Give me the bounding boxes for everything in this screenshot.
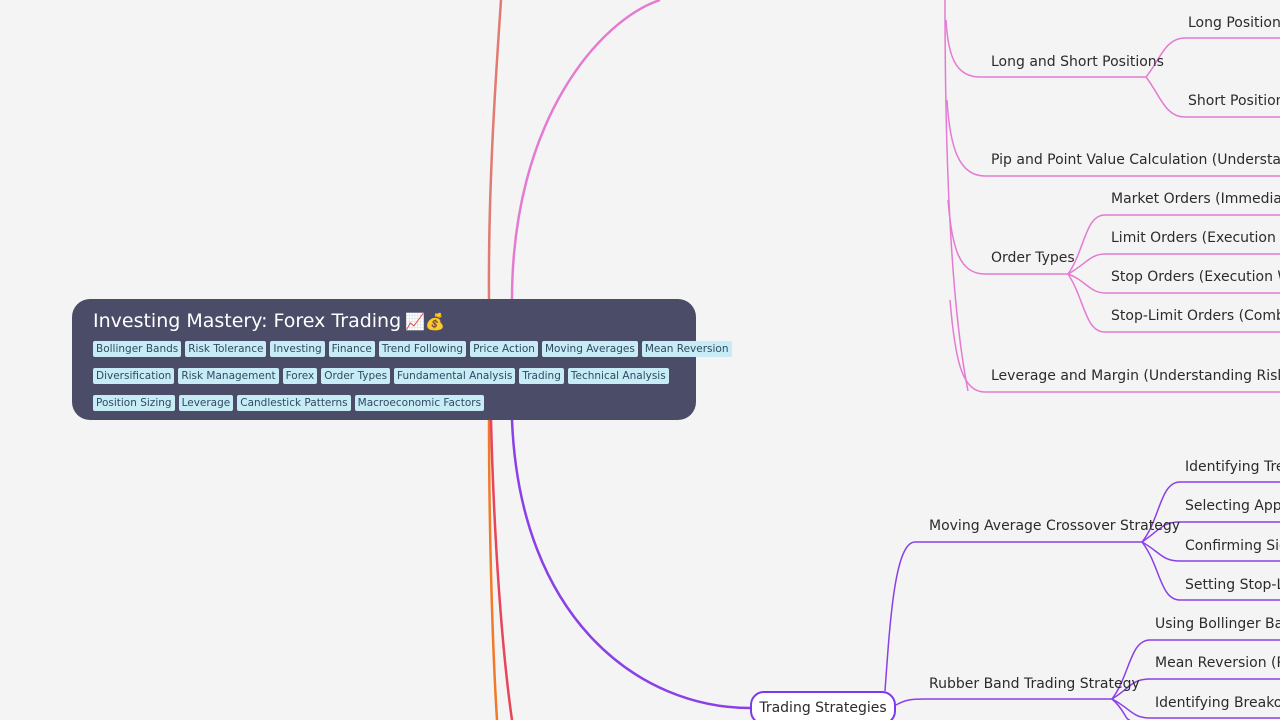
node-ma-crossover-strategy[interactable]: Moving Average Crossover Strategy bbox=[929, 517, 1180, 535]
node-identifying-trend[interactable]: Identifying Trend bbox=[1185, 458, 1280, 476]
tag-label[interactable]: Risk Management bbox=[178, 368, 279, 384]
tag-label[interactable]: Fundamental Analysis bbox=[394, 368, 516, 384]
node-stop-limit-orders[interactable]: Stop-Limit Orders (Combinat bbox=[1111, 307, 1280, 325]
tag-row-2: Diversification Risk Management Forex Or… bbox=[93, 368, 676, 384]
tag-label[interactable]: Moving Averages bbox=[541, 341, 638, 357]
node-long-positions[interactable]: Long Positions ( bbox=[1188, 14, 1280, 32]
connector-salmon-branch bbox=[487, 0, 503, 301]
node-rubber-band-strategy[interactable]: Rubber Band Trading Strategy bbox=[929, 675, 1140, 693]
chart-money-emoji-icon: 📈💰 bbox=[405, 312, 445, 331]
root-title-text: Investing Mastery: Forex Trading bbox=[93, 310, 402, 332]
connector-trading-to-ma bbox=[884, 541, 1142, 692]
tag-label[interactable]: Risk Tolerance bbox=[185, 341, 267, 357]
node-mean-reversion[interactable]: Mean Reversion (Pric bbox=[1155, 654, 1280, 672]
tag-label[interactable]: Mean Reversion bbox=[641, 341, 732, 357]
tag-label[interactable]: Diversification bbox=[93, 368, 175, 384]
connector-long-positions bbox=[1145, 37, 1280, 78]
tag-label[interactable]: Macroeconomic Factors bbox=[354, 395, 485, 411]
tag-label[interactable]: Order Types bbox=[321, 368, 391, 384]
mindmap-canvas[interactable]: Investing Mastery: Forex Trading 📈💰 Bolli… bbox=[0, 0, 1280, 720]
connector-pink-trunk bbox=[944, 0, 969, 392]
node-identifying-breakout[interactable]: Identifying Breakout bbox=[1155, 694, 1280, 712]
node-limit-orders[interactable]: Limit Orders (Execution at Sp bbox=[1111, 229, 1280, 247]
connector-pink-main bbox=[510, 0, 661, 301]
tag-label[interactable]: Trend Following bbox=[378, 341, 467, 357]
connector-purple-main bbox=[510, 419, 751, 710]
node-pip-point-value[interactable]: Pip and Point Value Calculation (Underst… bbox=[991, 151, 1280, 169]
connector-trading-to-rubber bbox=[895, 698, 1112, 706]
tag-label[interactable]: Technical Analysis bbox=[567, 368, 669, 384]
node-trading-strategies[interactable]: Trading Strategies bbox=[750, 691, 896, 720]
tag-row-3: Position Sizing Leverage Candlestick Pat… bbox=[93, 395, 676, 411]
root-topic-card[interactable]: Investing Mastery: Forex Trading 📈💰 Bolli… bbox=[72, 299, 732, 420]
tag-row-1: Bollinger Bands Risk Tolerance Investing… bbox=[93, 341, 732, 357]
tag-label[interactable]: Investing bbox=[270, 341, 325, 357]
node-confirming-sign[interactable]: Confirming Sign bbox=[1185, 537, 1280, 555]
tag-label[interactable]: Forex bbox=[282, 368, 318, 384]
node-leverage-margin[interactable]: Leverage and Margin (Understanding Risk … bbox=[991, 367, 1280, 385]
tag-label[interactable]: Leverage bbox=[178, 395, 234, 411]
node-stop-orders[interactable]: Stop Orders (Execution Wher bbox=[1111, 268, 1280, 286]
node-setting-stop-loss[interactable]: Setting Stop-Los bbox=[1185, 576, 1280, 594]
tag-label[interactable]: Position Sizing bbox=[93, 395, 175, 411]
tag-label[interactable]: Candlestick Patterns bbox=[237, 395, 351, 411]
tag-label[interactable]: Finance bbox=[328, 341, 375, 357]
node-selecting-appro[interactable]: Selecting Appro bbox=[1185, 497, 1280, 515]
node-long-and-short-positions[interactable]: Long and Short Positions bbox=[991, 53, 1164, 71]
node-short-positions[interactable]: Short Positions bbox=[1188, 92, 1280, 110]
tag-label[interactable]: Trading bbox=[519, 368, 564, 384]
tag-label[interactable]: Bollinger Bands bbox=[93, 341, 182, 357]
node-market-orders[interactable]: Market Orders (Immediate Ex bbox=[1111, 190, 1280, 208]
root-topic-title[interactable]: Investing Mastery: Forex Trading 📈💰 bbox=[93, 309, 676, 334]
tag-label[interactable]: Price Action bbox=[470, 341, 538, 357]
node-order-types[interactable]: Order Types bbox=[991, 249, 1075, 267]
node-using-bollinger-band[interactable]: Using Bollinger Band bbox=[1155, 615, 1280, 633]
